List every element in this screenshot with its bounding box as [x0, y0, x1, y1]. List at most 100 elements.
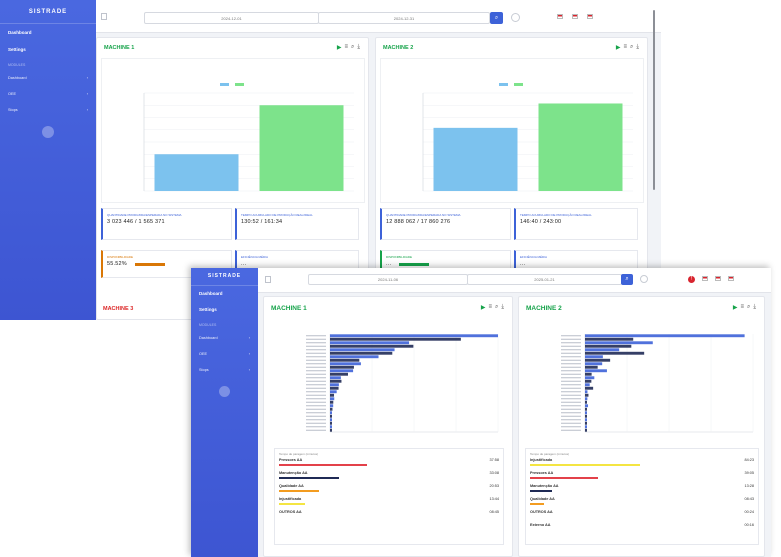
bar-ideal[interactable] [259, 105, 344, 191]
stop-chart-bar[interactable] [585, 369, 607, 373]
sidebar-submenu-dashboard[interactable]: Dashboard › [0, 70, 96, 86]
stop-chart-bar[interactable] [330, 376, 341, 380]
bar-produced[interactable] [433, 127, 518, 191]
play-icon[interactable]: ▶ [616, 44, 621, 51]
flag-icon[interactable] [728, 276, 734, 281]
scrollbar[interactable] [653, 10, 655, 190]
zoom-icon[interactable]: ⌕ [630, 44, 633, 51]
menu-toggle-icon[interactable] [101, 13, 107, 20]
sidebar-item-dashboard[interactable]: Dashboard [191, 286, 258, 302]
stop-chart-bar[interactable] [585, 376, 595, 380]
collapse-sidebar-button[interactable] [42, 126, 54, 138]
stop-chart-bar[interactable] [585, 400, 587, 404]
sidebar-submenu-stops[interactable]: Stops › [0, 102, 96, 118]
stop-chart-bar[interactable] [585, 337, 634, 341]
stop-chart-bar[interactable] [585, 358, 611, 362]
bar-produced[interactable] [154, 154, 239, 191]
stop-chart-bar[interactable] [585, 397, 588, 401]
download-icon[interactable]: ⤓ [357, 44, 360, 51]
stop-chart-bar[interactable] [330, 397, 335, 401]
sidebar-submenu-dashboard[interactable]: Dashboard › [191, 330, 258, 346]
stop-chart-bar[interactable] [330, 337, 461, 341]
flag-icon[interactable] [557, 14, 563, 19]
stop-chart-bar[interactable] [330, 411, 332, 415]
stop-chart-bar[interactable] [585, 404, 589, 408]
list-icon[interactable]: ≡ [623, 44, 627, 51]
download-icon[interactable]: ⤓ [501, 304, 504, 311]
refresh-button[interactable] [511, 13, 520, 22]
stop-chart-bar[interactable] [330, 341, 410, 345]
stop-chart-bar[interactable] [330, 407, 333, 411]
list-icon[interactable]: ≡ [344, 44, 348, 51]
flag-icon[interactable] [572, 14, 578, 19]
sidebar-item-settings[interactable]: Settings [191, 302, 258, 318]
sidebar-submenu-oee[interactable]: OEE › [191, 346, 258, 362]
zoom-icon[interactable]: ⌕ [747, 304, 750, 311]
stop-chart-bar[interactable] [330, 425, 332, 429]
list-icon[interactable]: ≡ [488, 304, 492, 311]
stop-chart-bar[interactable] [585, 334, 745, 338]
stop-chart-bar[interactable] [330, 348, 395, 352]
stop-chart-bar[interactable] [585, 341, 653, 345]
stop-chart-bar[interactable] [585, 362, 603, 366]
stop-chart-bar[interactable] [330, 355, 379, 359]
menu-toggle-icon[interactable] [265, 276, 271, 283]
stop-chart-bar[interactable] [330, 390, 337, 394]
stop-chart-bar[interactable] [585, 355, 603, 359]
flag-icon[interactable] [702, 276, 708, 281]
stop-chart-bar[interactable] [585, 372, 592, 376]
stop-chart-bar[interactable] [585, 407, 587, 411]
list-icon[interactable]: ≡ [740, 304, 744, 311]
stop-chart-bar[interactable] [330, 369, 354, 373]
sidebar-item-dashboard[interactable]: Dashboard [0, 24, 96, 41]
stop-chart-bar[interactable] [330, 414, 332, 418]
stop-chart-bar[interactable] [330, 383, 339, 387]
stop-chart-bar[interactable] [330, 334, 498, 338]
stop-chart-bar[interactable] [330, 421, 332, 425]
stop-chart-bar[interactable] [585, 390, 588, 394]
stop-chart-bar[interactable] [330, 386, 339, 390]
stop-chart-bar[interactable] [330, 358, 360, 362]
stop-chart-bar[interactable] [585, 393, 589, 397]
stop-chart-bar[interactable] [330, 362, 361, 366]
stop-chart-bar[interactable] [585, 351, 645, 355]
stop-chart-bar[interactable] [585, 379, 592, 383]
stop-chart-bar[interactable] [585, 344, 632, 348]
date-from-input[interactable]: 2024-12-01 [144, 12, 319, 24]
sidebar-submenu-oee[interactable]: OEE › [0, 86, 96, 102]
date-from-input[interactable]: 2024-11-06 [308, 274, 468, 285]
stop-chart-bar[interactable] [330, 404, 334, 408]
stop-chart-bar[interactable] [330, 351, 393, 355]
alert-icon[interactable]: ! [688, 276, 695, 283]
play-icon[interactable]: ▶ [337, 44, 342, 51]
stop-chart-bar[interactable] [330, 418, 332, 422]
stop-chart-bar[interactable] [585, 428, 587, 432]
search-button[interactable]: ⌕ [621, 274, 633, 285]
flag-icon[interactable] [715, 276, 721, 281]
refresh-button[interactable] [640, 275, 648, 283]
stop-chart-bar[interactable] [585, 414, 587, 418]
play-icon[interactable]: ▶ [733, 304, 738, 311]
bar-ideal[interactable] [538, 103, 623, 191]
stop-chart-bar[interactable] [330, 365, 354, 369]
stop-chart-bar[interactable] [585, 386, 594, 390]
stop-chart-bar[interactable] [585, 418, 587, 422]
stop-chart-bar[interactable] [585, 383, 590, 387]
stop-chart-bar[interactable] [585, 421, 587, 425]
stop-chart-bar[interactable] [585, 365, 598, 369]
flag-icon[interactable] [587, 14, 593, 19]
stop-chart-bar[interactable] [585, 348, 620, 352]
date-to-input[interactable]: 2024-12-31 [318, 12, 490, 24]
stop-chart-bar[interactable] [330, 372, 348, 376]
stop-chart-bar[interactable] [585, 411, 587, 415]
date-to-input[interactable]: 2025-01-21 [467, 274, 622, 285]
search-button[interactable]: ⌕ [490, 12, 503, 24]
stop-chart-bar[interactable] [330, 379, 342, 383]
sidebar-item-settings[interactable]: Settings [0, 41, 96, 58]
download-icon[interactable]: ⤓ [636, 44, 639, 51]
stop-chart-bar[interactable] [330, 393, 335, 397]
zoom-icon[interactable]: ⌕ [495, 304, 498, 311]
collapse-sidebar-button[interactable] [219, 386, 230, 397]
stop-chart-bar[interactable] [330, 428, 332, 432]
stop-chart-bar[interactable] [330, 400, 334, 404]
